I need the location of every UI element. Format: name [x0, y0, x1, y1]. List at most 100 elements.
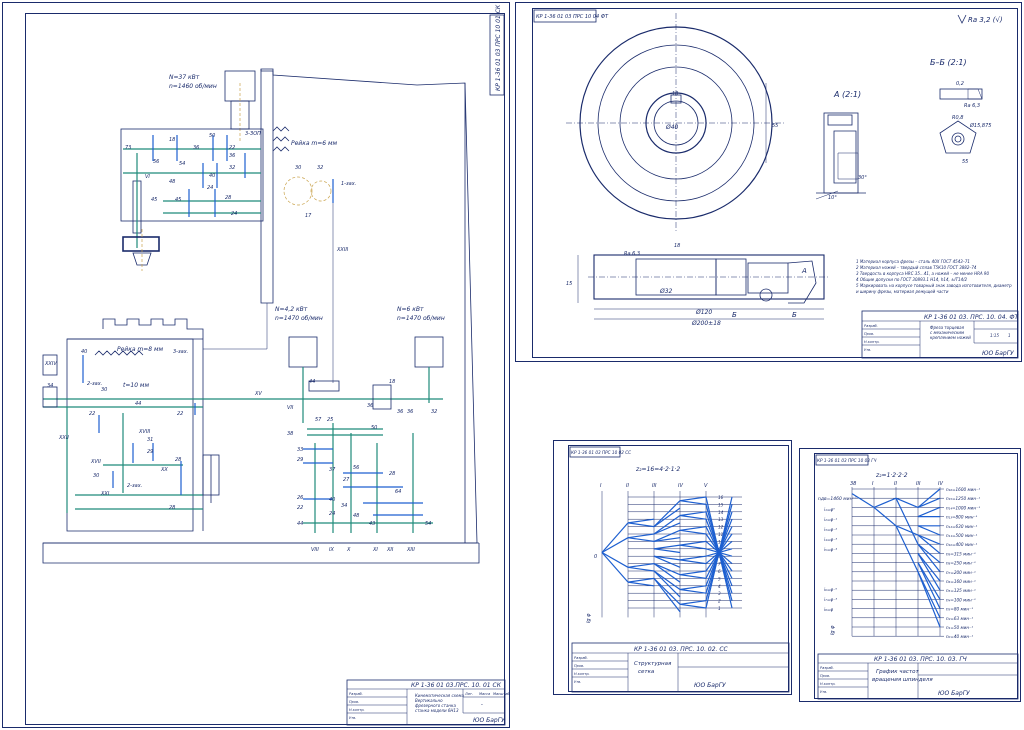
grid-row-label: 14	[718, 510, 724, 515]
grid-row-label: 4	[718, 584, 721, 589]
gear-number: 45	[151, 197, 157, 203]
grid-row-label: 1	[718, 606, 721, 611]
milling-cutter-drawing: КР 1-36 01 03 ПРС 10 04 ФТ Ra 3,2 (√) А …	[533, 9, 1019, 359]
section-a-label: А (2:1)	[833, 90, 861, 99]
title-block-sheet: -	[481, 702, 483, 708]
tb-header: Пров.	[820, 674, 830, 678]
gear-number: 31	[147, 437, 153, 443]
gear-number: 37	[329, 467, 336, 473]
title-block-scale: 1:15	[990, 333, 999, 338]
gear-number: 25	[327, 417, 333, 423]
gear-number: 24	[329, 511, 335, 517]
chart-column-label: III	[916, 481, 921, 487]
speed-ray	[873, 497, 897, 508]
grid-ray	[627, 577, 655, 583]
shaft-label: XIII	[406, 547, 415, 553]
stamp-text: КР 1-36 01 03 ПРС 10 03 ГЧ	[817, 458, 877, 463]
gear-number: 48	[353, 513, 359, 519]
title-block-sheet: 1	[1008, 333, 1011, 338]
tb-header: Разраб.	[349, 692, 363, 696]
motor-main-label-2: n=1460 об/мин	[169, 83, 217, 90]
ratio-label: i₇=φ⁻³	[824, 597, 837, 602]
speed-label: n₁₄=1000 мин⁻¹	[946, 505, 980, 510]
grid-column-label: III	[652, 483, 657, 489]
shaft-label: XI	[372, 547, 378, 553]
speed-label: n₁₀=400 мин⁻¹	[946, 542, 978, 547]
grid-ray	[601, 537, 629, 554]
grid-ray	[679, 600, 707, 605]
gear-number: 22	[89, 411, 95, 417]
grid-row-label: 7	[718, 562, 721, 567]
gear-number: 36	[407, 409, 413, 415]
gear-number: 48	[169, 179, 175, 185]
title-block: КР 1-36 01 03. ПРС. 10. 02. СС Структурн…	[571, 642, 790, 693]
shaft-label: XV	[254, 391, 262, 397]
note-line: 5 Маркировать на корпусе товарный знак з…	[856, 283, 1012, 288]
gear-number: 54	[179, 161, 185, 167]
title-block-org: ЮО БарГУ	[982, 350, 1014, 357]
gear-number: 24	[231, 211, 237, 217]
speed-label: n₅=125 мин⁻¹	[946, 588, 976, 593]
gear-number: 28	[175, 457, 181, 463]
gear-number: 54	[425, 521, 431, 527]
grid-ray	[679, 500, 707, 505]
gear-number: 34	[47, 383, 53, 389]
tb-header: Разраб.	[574, 656, 588, 660]
dim-label: Ø40	[665, 124, 679, 131]
dim-label: Ra 6,3	[624, 251, 640, 257]
tb-header: Н.контр.	[820, 682, 836, 686]
gear-number: 50	[371, 425, 377, 431]
speed-label: n₁=50 мин⁻¹	[946, 625, 973, 630]
gear-number: 26	[297, 495, 303, 501]
grid-ray	[627, 518, 655, 524]
gear-number: 45	[175, 197, 181, 203]
technical-notes: 1 Материал корпуса фрезы – сталь 40Х ГОС…	[856, 259, 1012, 294]
shaft-label: XXIII	[336, 247, 349, 253]
title-block-name: сетка	[638, 669, 655, 675]
left-tick: 0	[594, 554, 597, 560]
gear-number: 40	[81, 349, 87, 355]
gear-number: 38	[287, 431, 293, 437]
ratio-label: i₅=φ⁻⁴	[824, 547, 837, 552]
tb-header: Масса	[479, 692, 490, 696]
kinematic-scheme-drawing: КР 1-36 01 03 ПРС 10 01 СК N=37 кВт n=14…	[42, 4, 510, 726]
speed-ray	[917, 525, 941, 536]
speed-label: n₄=100 мин⁻¹	[946, 597, 976, 602]
grid-ray	[679, 511, 707, 517]
rack-mid-label: Рейка m=8 мм	[117, 346, 164, 353]
grid-ray	[679, 585, 707, 591]
title-block: КР 1-36 01 03. ПРС. 10. 03. ГЧ График ча…	[817, 653, 1019, 700]
speed-label: n₁₂=630 мин⁻¹	[946, 524, 978, 529]
gear-number: 57	[315, 417, 322, 423]
tb-header: Утв.	[864, 348, 871, 352]
grid-ray	[627, 563, 655, 568]
shaft-label: XXIV	[44, 361, 57, 367]
grid-ray	[679, 514, 707, 520]
title-block-org: ЮО БарГУ	[694, 682, 726, 689]
grid-ray	[627, 537, 655, 542]
tb-header: Утв.	[349, 716, 356, 720]
motor-speed-label: nдв=1460 мин⁻¹	[818, 496, 857, 502]
gear-number: 30	[93, 473, 99, 479]
motor-main-label-1: N=37 кВт	[169, 74, 200, 81]
note-line: 1 Материал корпуса фрезы – сталь 40Х ГОС…	[856, 259, 970, 264]
shaft-label: XVII	[90, 459, 101, 465]
title-block-name: вращения шпинделя	[872, 677, 933, 683]
grid-row-label: 2	[718, 599, 721, 604]
gear-number: 22	[229, 145, 235, 151]
grid-ray	[627, 533, 655, 539]
speed-label: n₀=40 мин⁻¹	[946, 634, 973, 639]
dim-label: 18	[674, 243, 680, 249]
grid-ray	[679, 529, 707, 535]
gear-number: 50	[209, 133, 215, 139]
speed-label: n₉=315 мин⁻¹	[946, 551, 976, 556]
ratio-label: i₁=φ⁰	[824, 507, 835, 512]
grid-ray	[653, 548, 681, 554]
grid-row-label: 3	[718, 591, 721, 596]
dim-label: 55	[772, 123, 778, 129]
note-line: 2 Материал ножей – твердый сплав Т5К10 Г…	[856, 265, 977, 270]
sheet-structural-grid: КР 1-36 01 03 ПРС 10 02 СС z₂=16=4·2·1·2…	[553, 440, 792, 695]
sheet-speed-chart: КР 1-36 01 03 ПРС 10 03 ГЧ z₂=1·2·2·2 38…	[799, 448, 1021, 702]
dim-label: Ra 6,3	[964, 103, 980, 109]
speed-formula: z₂=1·2·2·2	[875, 472, 908, 479]
